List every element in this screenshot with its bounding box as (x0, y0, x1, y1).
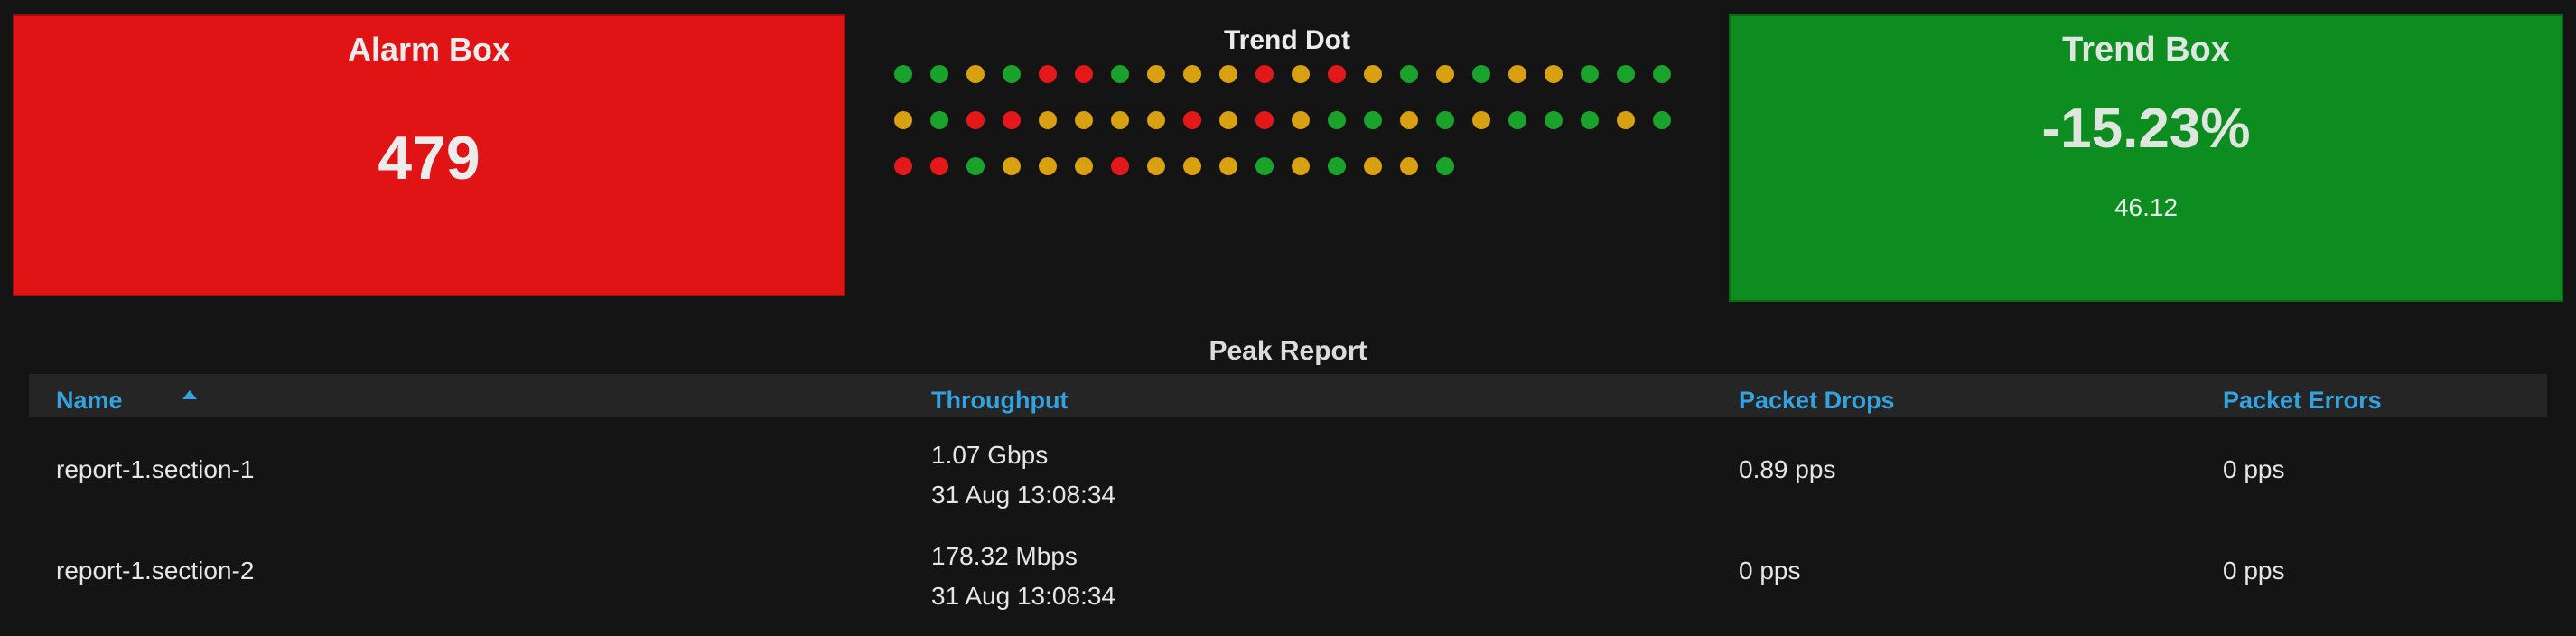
trend-dot-red (1075, 65, 1093, 83)
trend-dot-amber (1003, 157, 1021, 175)
trend-dot-red (1111, 157, 1129, 175)
alarm-box-value: 479 (378, 124, 481, 192)
trend-dot-green (930, 65, 948, 83)
trend-dot-amber (1075, 111, 1093, 129)
trend-dot-amber (1147, 111, 1165, 129)
trend-dot-green (1472, 65, 1490, 83)
trend-dot-red (1328, 65, 1346, 83)
table-row[interactable]: report-1.section-1 1.07 Gbps 31 Aug 13:0… (29, 428, 2547, 529)
throughput-value: 178.32 Mbps (931, 542, 1078, 570)
trend-dot-green (1508, 111, 1526, 129)
trend-dot-amber (1508, 65, 1526, 83)
trend-dot-green (1617, 65, 1635, 83)
row-packet-errors: 0 pps (2223, 556, 2285, 585)
row-packet-drops: 0 pps (1739, 556, 1801, 585)
trend-dot-red (966, 111, 985, 129)
trend-dot-amber (1292, 157, 1310, 175)
column-header-packet-drops[interactable]: Packet Drops (1739, 387, 1895, 415)
trend-dot-green (1653, 111, 1671, 129)
trend-dot-amber (1545, 65, 1563, 83)
trend-dot-red (1039, 65, 1057, 83)
trend-dot-green (1003, 65, 1021, 83)
trend-dot-green (1581, 65, 1599, 83)
trend-dot-amber (1292, 111, 1310, 129)
trend-dot-green (894, 65, 912, 83)
trend-dot-amber (1364, 157, 1382, 175)
row-throughput: 1.07 Gbps 31 Aug 13:08:34 (931, 435, 1115, 515)
throughput-timestamp: 31 Aug 13:08:34 (931, 481, 1115, 509)
trend-dot-title: Trend Dot (1224, 25, 1350, 55)
trend-box-title: Trend Box (2062, 31, 2230, 69)
trend-dot-green (1581, 111, 1599, 129)
trend-box-value: -15.23% (2041, 98, 2251, 160)
alarm-box-panel: Alarm Box 479 (13, 14, 845, 296)
trend-box-panel: Trend Box -15.23% 46.12 (1729, 14, 2563, 302)
trend-dot-amber (1183, 157, 1201, 175)
trend-dot-red (894, 157, 912, 175)
trend-dot-amber (1400, 111, 1418, 129)
column-header-packet-errors[interactable]: Packet Errors (2223, 387, 2382, 415)
report-title: Peak Report (1209, 336, 1367, 366)
trend-dot-green (1255, 157, 1274, 175)
trend-dot-red (1255, 111, 1274, 129)
trend-dot-amber (1219, 65, 1237, 83)
trend-dot-amber (1436, 65, 1454, 83)
trend-dot-amber (1183, 65, 1201, 83)
trend-dot-green (1111, 65, 1129, 83)
trend-dot-red (1255, 65, 1274, 83)
trend-dot-amber (1364, 65, 1382, 83)
trend-dot-green (1328, 157, 1346, 175)
trend-dot-amber (1400, 157, 1418, 175)
throughput-value: 1.07 Gbps (931, 441, 1049, 469)
row-name: report-1.section-1 (56, 455, 255, 483)
trend-dot-amber (1472, 111, 1490, 129)
sort-ascending-icon[interactable] (182, 390, 197, 399)
trend-dot-amber (1147, 157, 1165, 175)
trend-dot-amber (1111, 111, 1129, 129)
trend-dot-green (1328, 111, 1346, 129)
trend-dot-red (1003, 111, 1021, 129)
trend-dot-amber (1219, 157, 1237, 175)
trend-dot-green (1364, 111, 1382, 129)
trend-dot-panel: Trend Dot (867, 14, 1707, 285)
trend-dot-amber (1147, 65, 1165, 83)
trend-dot-green (1545, 111, 1563, 129)
trend-dot-red (930, 157, 948, 175)
trend-dot-red (1183, 111, 1201, 129)
alarm-box-title: Alarm Box (347, 31, 511, 68)
column-header-name[interactable]: Name (56, 387, 123, 415)
trend-dot-amber (1292, 65, 1310, 83)
trend-dot-green (1400, 65, 1418, 83)
table-row[interactable]: report-1.section-2 178.32 Mbps 31 Aug 13… (29, 529, 2547, 631)
trend-dot-amber (1075, 157, 1093, 175)
trend-dot-green (1653, 65, 1671, 83)
trend-dot-amber (1617, 111, 1635, 129)
trend-dot-green (1436, 157, 1454, 175)
row-packet-errors: 0 pps (2223, 455, 2285, 483)
trend-dot-amber (966, 65, 985, 83)
trend-dot-amber (894, 111, 912, 129)
trend-dot-amber (1219, 111, 1237, 129)
report-table-header: Name Throughput Packet Drops Packet Erro… (29, 374, 2547, 417)
trend-dot-amber (1039, 157, 1057, 175)
trend-dot-green (930, 111, 948, 129)
row-name: report-1.section-2 (56, 556, 255, 585)
column-header-throughput[interactable]: Throughput (931, 387, 1068, 415)
trend-dot-green (1436, 111, 1454, 129)
row-packet-drops: 0.89 pps (1739, 455, 1836, 483)
throughput-timestamp: 31 Aug 13:08:34 (931, 582, 1115, 610)
trend-dot-amber (1039, 111, 1057, 129)
trend-dot-green (966, 157, 985, 175)
trend-box-subvalue: 46.12 (2114, 193, 2179, 221)
row-throughput: 178.32 Mbps 31 Aug 13:08:34 (931, 537, 1115, 616)
